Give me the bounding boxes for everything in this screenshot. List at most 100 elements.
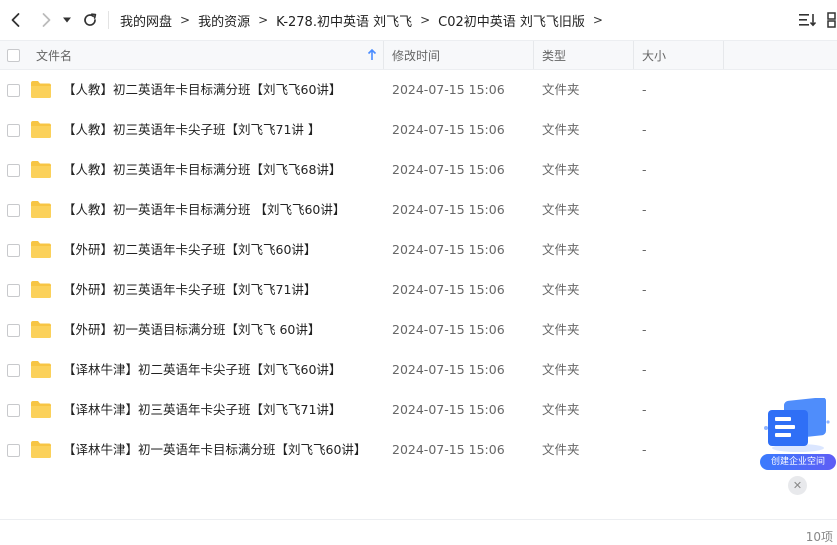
row-checkbox[interactable] [7,284,20,297]
file-name[interactable]: 【译林牛津】初三英语年卡尖子班【刘飞飞71讲】 [63,390,341,430]
column-header-modified[interactable]: 修改时间 [392,41,440,69]
file-name[interactable]: 【外研】初一英语目标满分班【刘飞飞 60讲】 [63,310,320,350]
breadcrumb-separator: > [420,13,431,27]
column-divider [633,41,634,69]
sort-list-icon[interactable] [798,11,818,29]
breadcrumb-separator: > [180,13,191,27]
file-type: 文件夹 [542,122,580,137]
item-count: 10项 [805,530,833,544]
table-row[interactable]: 【人教】初三英语年卡目标满分班【刘飞飞68讲】 2024-07-15 15:06… [0,150,837,190]
close-icon[interactable]: ✕ [788,476,807,495]
create-enterprise-space-label[interactable]: 创建企业空间 [760,454,836,470]
folder-icon [31,321,51,338]
modified-time: 2024-07-15 15:06 [392,162,505,177]
folder-icon [31,361,51,378]
file-type: 文件夹 [542,162,580,177]
row-checkbox[interactable] [7,164,20,177]
file-type: 文件夹 [542,362,580,377]
file-name[interactable]: 【人教】初二英语年卡目标满分班【刘飞飞60讲】 [63,70,341,110]
file-name[interactable]: 【人教】初三英语年卡尖子班【刘飞飞71讲 】 [63,110,320,150]
folder-icon [31,81,51,98]
breadcrumb-separator: > [258,13,269,27]
row-checkbox[interactable] [7,204,20,217]
file-name[interactable]: 【人教】初三英语年卡目标满分班【刘飞飞68讲】 [63,150,341,190]
caret-down-icon[interactable] [60,10,74,30]
column-header-type[interactable]: 类型 [542,41,566,69]
table-row[interactable]: 【外研】初一英语目标满分班【刘飞飞 60讲】 2024-07-15 15:06 … [0,310,837,350]
column-header-name[interactable]: 文件名 [36,41,72,69]
modified-time: 2024-07-15 15:06 [392,442,505,457]
breadcrumb: 我的网盘 > 我的资源 > K-278.初中英语 刘飞飞 > C02初中英语 刘… [120,0,611,40]
folder-icon [31,161,51,178]
modified-time: 2024-07-15 15:06 [392,282,505,297]
folder-icon [31,201,51,218]
file-size: - [642,82,647,97]
modified-time: 2024-07-15 15:06 [392,362,505,377]
table-row[interactable]: 【译林牛津】初一英语年卡目标满分班【刘飞飞60讲】 2024-07-15 15:… [0,430,837,470]
file-type: 文件夹 [542,402,580,417]
enterprise-space-icon [764,397,830,452]
file-name[interactable]: 【译林牛津】初一英语年卡目标满分班【刘飞飞60讲】 [63,430,366,470]
table-row[interactable]: 【译林牛津】初二英语年卡尖子班【刘飞飞60讲】 2024-07-15 15:06… [0,350,837,390]
file-size: - [642,402,647,417]
row-checkbox[interactable] [7,444,20,457]
file-type: 文件夹 [542,322,580,337]
row-checkbox[interactable] [7,404,20,417]
top-toolbar: 我的网盘 > 我的资源 > K-278.初中英语 刘飞飞 > C02初中英语 刘… [0,0,837,40]
file-name[interactable]: 【人教】初一英语年卡目标满分班 【刘飞飞60讲】 [63,190,345,230]
modified-time: 2024-07-15 15:06 [392,402,505,417]
file-type: 文件夹 [542,202,580,217]
chevron-left-icon[interactable] [6,10,26,30]
file-size: - [642,282,647,297]
breadcrumb-item-k278[interactable]: K-278.初中英语 刘飞飞 [276,11,412,30]
file-size: - [642,442,647,457]
status-bar: 10项 [0,519,837,545]
file-type: 文件夹 [542,242,580,257]
refresh-icon[interactable] [80,10,100,30]
breadcrumb-item-my-drive[interactable]: 我的网盘 [120,11,172,30]
folder-icon [31,401,51,418]
folder-icon [31,281,51,298]
row-checkbox[interactable] [7,324,20,337]
column-divider [533,41,534,69]
file-size: - [642,122,647,137]
table-row[interactable]: 【人教】初二英语年卡目标满分班【刘飞飞60讲】 2024-07-15 15:06… [0,70,837,110]
table-row[interactable]: 【译林牛津】初三英语年卡尖子班【刘飞飞71讲】 2024-07-15 15:06… [0,390,837,430]
folder-icon [31,241,51,258]
file-type: 文件夹 [542,282,580,297]
modified-time: 2024-07-15 15:06 [392,322,505,337]
file-size: - [642,202,647,217]
breadcrumb-item-current[interactable]: C02初中英语 刘飞飞旧版 [438,11,585,30]
create-enterprise-space-widget[interactable]: 创建企业空间 [758,397,836,472]
arrow-up-icon[interactable] [367,41,377,69]
file-size: - [642,362,647,377]
toolbar-divider [108,11,109,29]
file-name[interactable]: 【外研】初三英语年卡尖子班【刘飞飞71讲】 [63,270,316,310]
column-header-size[interactable]: 大小 [642,41,666,69]
breadcrumb-separator: > [592,13,603,27]
modified-time: 2024-07-15 15:06 [392,122,505,137]
grid-more-icon[interactable] [826,11,837,29]
file-name[interactable]: 【译林牛津】初二英语年卡尖子班【刘飞飞60讲】 [63,350,341,390]
column-divider [383,41,384,69]
select-all-checkbox[interactable] [7,41,20,69]
modified-time: 2024-07-15 15:06 [392,202,505,217]
row-checkbox[interactable] [7,124,20,137]
modified-time: 2024-07-15 15:06 [392,82,505,97]
chevron-right-icon[interactable] [36,10,56,30]
row-checkbox[interactable] [7,364,20,377]
table-row[interactable]: 【人教】初一英语年卡目标满分班 【刘飞飞60讲】 2024-07-15 15:0… [0,190,837,230]
row-checkbox[interactable] [7,84,20,97]
table-row[interactable]: 【外研】初三英语年卡尖子班【刘飞飞71讲】 2024-07-15 15:06 文… [0,270,837,310]
table-row[interactable]: 【外研】初二英语年卡尖子班【刘飞飞60讲】 2024-07-15 15:06 文… [0,230,837,270]
file-size: - [642,242,647,257]
folder-icon [31,441,51,458]
table-row[interactable]: 【人教】初三英语年卡尖子班【刘飞飞71讲 】 2024-07-15 15:06 … [0,110,837,150]
file-name[interactable]: 【外研】初二英语年卡尖子班【刘飞飞60讲】 [63,230,316,270]
file-type: 文件夹 [542,442,580,457]
breadcrumb-item-my-resources[interactable]: 我的资源 [198,11,250,30]
row-checkbox[interactable] [7,244,20,257]
column-divider [723,41,724,69]
modified-time: 2024-07-15 15:06 [392,242,505,257]
file-type: 文件夹 [542,82,580,97]
